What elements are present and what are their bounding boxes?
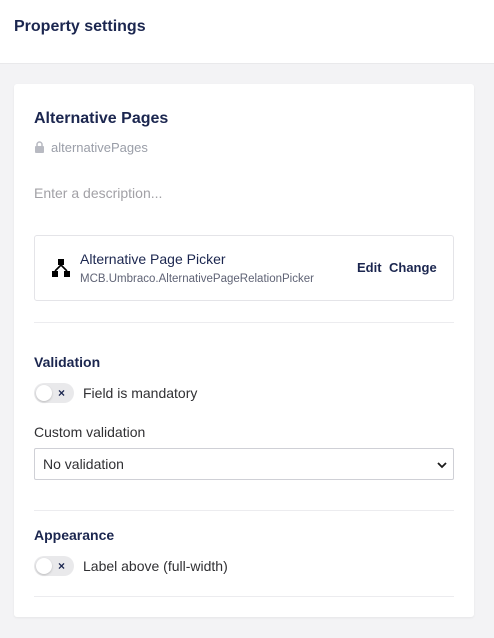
edit-button[interactable]: Edit [357,260,382,275]
property-editor-card: Alternative Page Picker MCB.Umbraco.Alte… [34,235,454,301]
label-above-toggle[interactable]: × [34,556,74,576]
alias-text: alternativePages [51,139,148,155]
page-title: Property settings [14,18,146,35]
mandatory-row: × Field is mandatory [34,383,197,403]
mandatory-toggle[interactable]: × [34,383,74,403]
toggle-knob [36,385,52,401]
mandatory-label: Field is mandatory [83,385,198,401]
toggle-knob [36,558,52,574]
property-name[interactable]: Alternative Pages [34,110,168,128]
divider [34,510,454,511]
divider [34,596,454,597]
label-above-row: × Label above (full-width) [34,556,228,576]
description-input[interactable]: Enter a description... [34,185,162,201]
validation-title: Validation [34,354,101,370]
property-alias: alternativePages [34,139,148,155]
label-above-label: Label above (full-width) [83,558,228,574]
editor-name: Alternative Page Picker [80,251,226,267]
lock-icon[interactable] [34,141,45,153]
custom-validation-select[interactable]: No validation [34,448,454,480]
close-icon: × [58,559,66,573]
tree-icon [52,259,70,277]
header-bar: Property settings [0,0,494,64]
divider [34,322,454,323]
property-settings-panel: Alternative Pages alternativePages Enter… [14,84,474,617]
select-value: No validation [43,456,124,472]
close-icon: × [58,386,66,400]
custom-validation-label: Custom validation [34,424,146,440]
chevron-down-icon [437,462,447,469]
editor-alias: MCB.Umbraco.AlternativePageRelationPicke… [80,273,314,285]
appearance-title: Appearance [34,527,115,543]
change-button[interactable]: Change [389,260,437,275]
